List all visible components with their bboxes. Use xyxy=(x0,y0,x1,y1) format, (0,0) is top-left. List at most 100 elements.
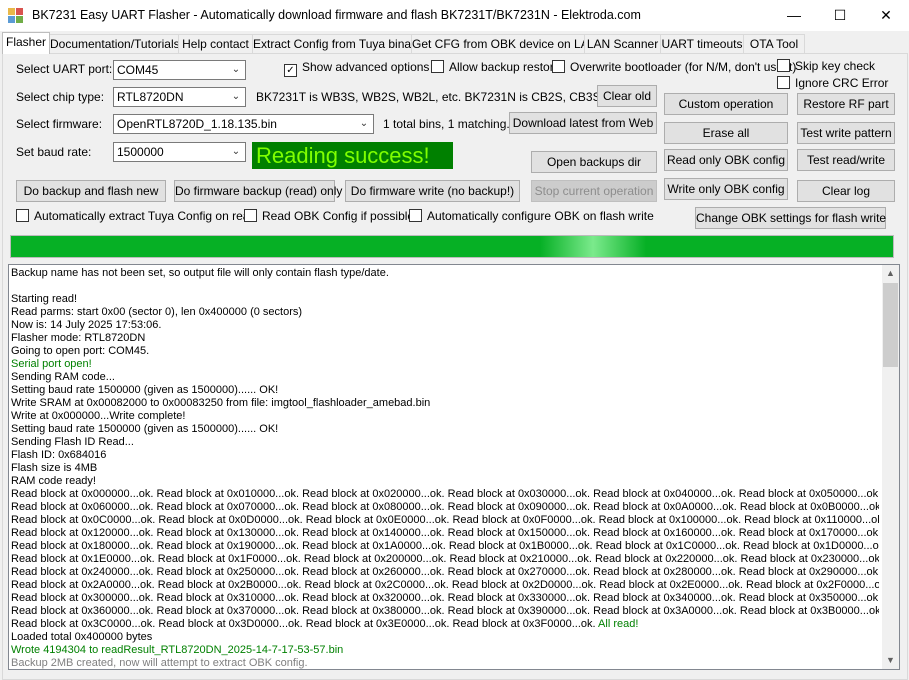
log-line-text: Read block at 0x1E0000...ok. Read block … xyxy=(11,553,879,565)
baud-rate-select[interactable]: 1500000 ⌄ xyxy=(113,142,246,162)
log-line-text: Flash ID: 0x684016 xyxy=(11,449,107,461)
read-obk-config-checkbox[interactable]: Read OBK Config if possible xyxy=(244,209,414,225)
log-line: Sending Flash ID Read... xyxy=(11,436,879,449)
log-line: Read block at 0x0C0000...ok. Read block … xyxy=(11,514,879,527)
scroll-thumb[interactable] xyxy=(883,283,898,367)
window-title: BK7231 Easy UART Flasher - Automatically… xyxy=(32,8,641,22)
baud-rate-label: Set baud rate: xyxy=(16,145,92,159)
log-line: Backup 2MB created, now will attempt to … xyxy=(11,657,879,669)
ignore-crc-checkbox[interactable]: Ignore CRC Error xyxy=(777,76,888,92)
log-lines: Backup name has not been set, so output … xyxy=(11,267,879,669)
log-line: Read parms: start 0x00 (sector 0), len 0… xyxy=(11,306,879,319)
log-line-text: Read parms: start 0x00 (sector 0), len 0… xyxy=(11,306,303,318)
log-line: Read block at 0x300000...ok. Read block … xyxy=(11,592,879,605)
log-line-text: Serial port open! xyxy=(11,358,92,370)
minimize-button[interactable]: — xyxy=(771,0,817,31)
log-line-text: Write at 0x000000...Write complete! xyxy=(11,410,186,422)
firmware-write-button[interactable]: Do firmware write (no backup!) xyxy=(345,180,520,202)
log-line: Read block at 0x060000...ok. Read block … xyxy=(11,501,879,514)
log-line-text: Read block at 0x060000...ok. Read block … xyxy=(11,501,879,513)
tab-flasher[interactable]: Flasher xyxy=(2,32,50,54)
log-line: Write at 0x000000...Write complete! xyxy=(11,410,879,423)
log-line: Write SRAM at 0x00082000 to 0x00083250 f… xyxy=(11,397,879,410)
log-line: Flash ID: 0x684016 xyxy=(11,449,879,462)
auto-extract-tuya-checkbox[interactable]: Automatically extract Tuya Config on rea… xyxy=(16,209,256,225)
log-line-text: Now is: 14 July 2025 17:53:06. xyxy=(11,319,162,331)
tab-extract-config[interactable]: Extract Config from Tuya binary xyxy=(252,34,421,53)
log-line-text: Going to open port: COM45. xyxy=(11,345,150,357)
log-line: Read block at 0x360000...ok. Read block … xyxy=(11,605,879,618)
overwrite-bootloader-checkbox[interactable]: Overwrite bootloader (for N/M, don't use… xyxy=(552,60,796,76)
skip-key-check-checkbox[interactable]: Skip key check xyxy=(777,59,875,75)
log-line-text: Write SRAM at 0x00082000 to 0x00083250 f… xyxy=(11,397,431,409)
firmware-value: OpenRTL8720D_1.18.135.bin xyxy=(117,117,277,131)
firmware-select[interactable]: OpenRTL8720D_1.18.135.bin ⌄ xyxy=(113,114,374,134)
chip-type-value: RTL8720DN xyxy=(117,90,184,104)
log-output[interactable]: Backup name has not been set, so output … xyxy=(8,264,900,670)
chevron-down-icon: ⌄ xyxy=(231,64,241,75)
tab-lan-scanner[interactable]: LAN Scanner xyxy=(584,34,661,53)
tab-get-cfg-obk[interactable]: Get CFG from OBK device on LAN xyxy=(411,34,597,53)
allow-backup-restore-checkbox[interactable]: Allow backup restore xyxy=(431,60,560,76)
log-line-text: Read block at 0x300000...ok. Read block … xyxy=(11,592,879,604)
maximize-button[interactable]: ☐ xyxy=(817,0,863,31)
clear-log-button[interactable]: Clear log xyxy=(797,180,895,202)
chevron-down-icon: ⌄ xyxy=(359,118,369,129)
restore-rf-button[interactable]: Restore RF part xyxy=(797,93,895,115)
auto-configure-obk-checkbox[interactable]: Automatically configure OBK on flash wri… xyxy=(409,209,654,225)
progress-bar xyxy=(10,235,894,258)
title-bar: BK7231 Easy UART Flasher - Automatically… xyxy=(0,0,909,31)
scroll-down-icon[interactable]: ▼ xyxy=(882,652,899,669)
log-line-text: Setting baud rate 1500000 (given as 1500… xyxy=(11,423,279,435)
firmware-backup-button[interactable]: Do firmware backup (read) only xyxy=(174,180,342,202)
uart-port-label: Select UART port: xyxy=(16,62,113,76)
download-latest-button[interactable]: Download latest from Web xyxy=(509,112,657,134)
log-line-text: Read block at 0x3C0000...ok. Read block … xyxy=(11,618,596,630)
log-line: RAM code ready! xyxy=(11,475,879,488)
tab-documentation[interactable]: Documentation/Tutorials xyxy=(49,34,180,53)
log-line: Read block at 0x3C0000...ok. Read block … xyxy=(11,618,879,631)
log-line-text: Backup name has not been set, so output … xyxy=(11,267,389,279)
close-button[interactable]: ✕ xyxy=(863,0,909,31)
baud-rate-value: 1500000 xyxy=(117,145,164,159)
log-line: Backup name has not been set, so output … xyxy=(11,267,879,280)
write-only-obk-button[interactable]: Write only OBK config xyxy=(664,178,788,200)
firmware-label: Select firmware: xyxy=(16,117,103,131)
change-obk-settings-button[interactable]: Change OBK settings for flash write xyxy=(695,207,886,229)
tab-ota-tool[interactable]: OTA Tool xyxy=(743,34,805,53)
log-line: Setting baud rate 1500000 (given as 1500… xyxy=(11,423,879,436)
chip-type-select[interactable]: RTL8720DN ⌄ xyxy=(113,87,246,107)
backup-and-flash-button[interactable]: Do backup and flash new xyxy=(16,180,166,202)
tab-help-contact[interactable]: Help contact xyxy=(178,34,253,53)
log-scrollbar[interactable]: ▲ ▼ xyxy=(882,265,899,669)
erase-all-button[interactable]: Erase all xyxy=(664,122,788,144)
log-line-text: Read block at 0x000000...ok. Read block … xyxy=(11,488,879,500)
log-line-text: Read block at 0x2A0000...ok. Read block … xyxy=(11,579,879,591)
log-line: Loaded total 0x400000 bytes xyxy=(11,631,879,644)
uart-port-select[interactable]: COM45 ⌄ xyxy=(113,60,246,80)
log-line: Read block at 0x2A0000...ok. Read block … xyxy=(11,579,879,592)
log-line: Now is: 14 July 2025 17:53:06. xyxy=(11,319,879,332)
test-write-pattern-button[interactable]: Test write pattern xyxy=(797,122,895,144)
show-advanced-checkbox[interactable]: ✓ Show advanced options xyxy=(284,60,429,77)
firmware-match-count: 1 total bins, 1 matching. xyxy=(383,117,510,131)
read-only-obk-button[interactable]: Read only OBK config xyxy=(664,149,788,171)
open-backups-button[interactable]: Open backups dir xyxy=(531,151,657,173)
status-badge: Reading success! xyxy=(252,142,453,169)
check-icon: ✓ xyxy=(284,64,297,77)
clear-old-button[interactable]: Clear old xyxy=(597,85,657,107)
stop-operation-button[interactable]: Stop current operation xyxy=(531,180,657,202)
log-line: Setting baud rate 1500000 (given as 1500… xyxy=(11,384,879,397)
log-line: Read block at 0x240000...ok. Read block … xyxy=(11,566,879,579)
scroll-up-icon[interactable]: ▲ xyxy=(882,265,899,282)
log-line-text: Setting baud rate 1500000 (given as 1500… xyxy=(11,384,279,396)
log-line-text: Wrote 4194304 to readResult_RTL8720DN_20… xyxy=(11,644,344,656)
log-line-text: Sending RAM code... xyxy=(11,371,115,383)
tab-uart-timeouts[interactable]: UART timeouts xyxy=(660,34,744,53)
custom-operation-button[interactable]: Custom operation xyxy=(664,93,788,115)
chevron-down-icon: ⌄ xyxy=(231,91,241,102)
test-read-write-button[interactable]: Test read/write xyxy=(797,149,895,171)
chip-type-label: Select chip type: xyxy=(16,90,105,104)
log-line-text: Flash size is 4MB xyxy=(11,462,98,474)
